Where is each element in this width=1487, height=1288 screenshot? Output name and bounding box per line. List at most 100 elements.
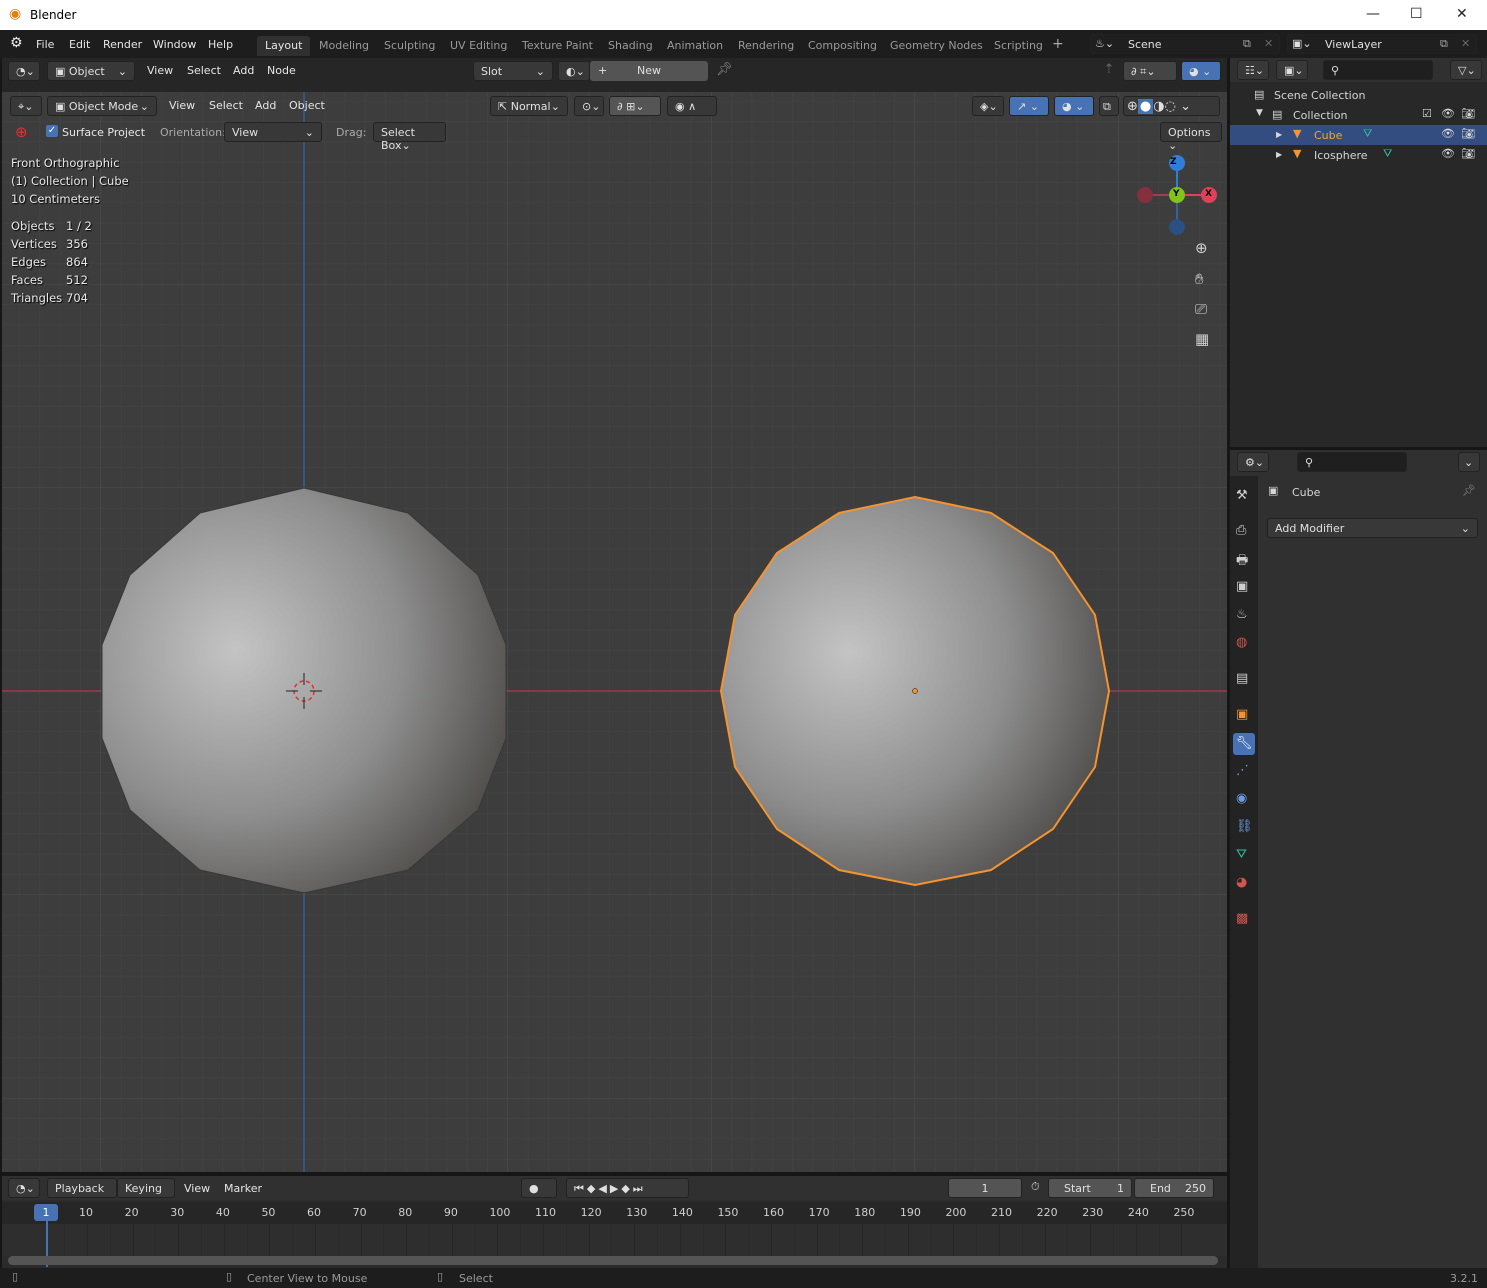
parent-icon[interactable]: ⇡ <box>1099 62 1119 77</box>
timeline-menu-marker[interactable]: Marker <box>224 1182 262 1195</box>
frame-ruler[interactable]: 10 20 30 40 50 60 70 80 90 100 110 120 130 140 150 160 1… <box>2 1202 1227 1224</box>
material-tab-icon[interactable]: ◕ <box>1236 875 1247 890</box>
menu-render[interactable]: Render <box>103 38 142 51</box>
expand-arrow-icon[interactable]: ▶ <box>1276 130 1282 139</box>
zoom-icon[interactable]: ⊕ <box>1195 239 1208 257</box>
collection-row[interactable]: ▼ ▤ Collection ☑ 👁︎ 📷︎ <box>1230 105 1487 125</box>
gizmo-y-label[interactable]: Y <box>1173 189 1180 199</box>
menu-edit[interactable]: Edit <box>69 38 90 51</box>
collection-tab-icon[interactable]: ▤ <box>1236 671 1248 686</box>
outliner-item-cube[interactable]: ▶ ▼ Cube ⛛ 👁︎ 📷︎ <box>1230 125 1487 145</box>
tab-rendering[interactable]: Rendering <box>730 36 802 56</box>
mesh-data-icon[interactable]: ⛛ <box>1383 147 1392 161</box>
copy-view-layer-icon[interactable]: ⧉ <box>1440 37 1448 51</box>
new-material-button[interactable]: + New <box>590 61 708 81</box>
proportional-editing-button[interactable]: ◉ ∧ <box>667 96 717 116</box>
current-frame-field[interactable]: 1 <box>948 1178 1022 1198</box>
visibility-eye-icon[interactable]: 👁︎ <box>1441 127 1455 140</box>
maximize-button[interactable]: ☐ <box>1410 6 1423 22</box>
overlays-toggle[interactable]: ◕ ⌄ <box>1054 96 1094 116</box>
object-tab-icon[interactable]: ▣ <box>1236 707 1248 722</box>
next-keyframe-icon[interactable]: ◆ <box>621 1182 632 1195</box>
render-camera-icon[interactable]: 📷︎ <box>1461 127 1475 140</box>
viewport-menu-select[interactable]: Select <box>209 99 243 112</box>
pan-hand-icon[interactable]: ✋︎ <box>1195 270 1204 288</box>
menu-file[interactable]: File <box>36 38 54 51</box>
editor-type-3d-button[interactable]: ⌖⌄ <box>10 96 42 116</box>
play-icon[interactable]: ▶ <box>610 1182 621 1195</box>
gizmo-x-label[interactable]: X <box>1205 189 1212 199</box>
expand-arrow-icon[interactable]: ▶ <box>1276 150 1282 159</box>
prev-keyframe-icon[interactable]: ◆ <box>587 1182 598 1195</box>
tab-shading[interactable]: Shading <box>600 36 661 56</box>
view-layer-selector[interactable]: ▣⌄ ViewLayer ⧉ ✕ <box>1287 34 1477 54</box>
remove-view-layer-icon[interactable]: ✕ <box>1461 37 1470 50</box>
visibility-eye-icon[interactable]: 👁︎ <box>1441 147 1455 160</box>
physics-tab-icon[interactable]: ◉ <box>1236 791 1247 806</box>
properties-search-input[interactable]: ⚲ <box>1297 452 1407 472</box>
properties-options-button[interactable]: ⌄ <box>1458 452 1480 472</box>
close-button[interactable]: ✕ <box>1456 6 1468 22</box>
shading-mode-group[interactable]: ⊕ ● ◑◌ ⌄ <box>1123 96 1220 116</box>
minimize-button[interactable]: — <box>1366 6 1380 22</box>
outliner-item-icosphere[interactable]: ▶ ▼ Icosphere ⛛ 👁︎ 📷︎ <box>1230 145 1487 165</box>
shader-menu-node[interactable]: Node <box>267 64 296 77</box>
viewport-canvas[interactable] <box>2 92 1227 1172</box>
remove-scene-icon[interactable]: ✕ <box>1264 37 1273 50</box>
render-camera-icon[interactable]: 📷︎ <box>1461 147 1475 160</box>
copy-scene-icon[interactable]: ⧉ <box>1243 37 1251 51</box>
viewport-menu-view[interactable]: View <box>169 99 195 112</box>
playback-controls[interactable]: ⏮◆◀▶◆⏭ <box>566 1178 689 1198</box>
blender-menu-icon[interactable]: ⚙ <box>10 35 23 51</box>
tab-uv-editing[interactable]: UV Editing <box>442 36 515 56</box>
tab-animation[interactable]: Animation <box>659 36 731 56</box>
shader-menu-select[interactable]: Select <box>187 64 221 77</box>
overlay-toggle[interactable]: ◕ ⌄ <box>1181 61 1221 81</box>
outliner-search-input[interactable]: ⚲ <box>1323 60 1433 80</box>
render-tab-icon[interactable]: ⎙ <box>1236 523 1246 538</box>
mode-dropdown[interactable]: ▣ Object Mode ⌄ <box>47 96 157 116</box>
stopwatch-icon[interactable]: ⏱ <box>1031 1180 1040 1194</box>
timeline-menu-view[interactable]: View <box>184 1182 210 1195</box>
tab-texture-paint[interactable]: Texture Paint <box>514 36 601 56</box>
pivot-point-button[interactable]: ⊙⌄ <box>574 96 604 116</box>
object-type-dropdown[interactable]: ▣ Object ⌄ <box>47 61 135 81</box>
output-tab-icon[interactable]: 🖶︎ <box>1236 551 1248 573</box>
wireframe-shading-icon[interactable]: ⊕ <box>1127 99 1138 114</box>
options-dropdown[interactable]: Options ⌄ <box>1160 122 1222 152</box>
snapping-button[interactable]: ∂ ⊞⌄ <box>609 96 661 116</box>
particles-tab-icon[interactable]: ⋰ <box>1236 763 1249 778</box>
exclude-checkbox[interactable]: ☑ <box>1422 107 1432 120</box>
transform-orientation-dropdown[interactable]: ⇱ Normal ⌄ <box>490 96 568 116</box>
play-reverse-icon[interactable]: ◀ <box>598 1182 609 1195</box>
tab-layout[interactable]: Layout <box>257 36 311 56</box>
scene-selector[interactable]: ♨⌄ Scene ⧉ ✕ <box>1090 34 1280 54</box>
ortho-grid-icon[interactable]: ▦ <box>1195 330 1209 348</box>
solid-shading-icon[interactable]: ● <box>1137 99 1154 114</box>
expand-arrow-icon[interactable]: ▼ <box>1256 108 1263 118</box>
timeline-editor-type[interactable]: ◔⌄ <box>8 1178 40 1198</box>
jump-end-icon[interactable]: ⏭ <box>633 1182 646 1195</box>
gizmo-toggle[interactable]: ↗ ⌄ <box>1009 96 1049 116</box>
mesh-data-icon[interactable]: ⛛ <box>1363 127 1372 141</box>
viewport-menu-object[interactable]: Object <box>289 99 325 112</box>
orientation-dropdown[interactable]: View ⌄ <box>224 122 322 142</box>
properties-editor-type[interactable]: ⚙⌄ <box>1237 452 1269 472</box>
camera-view-icon[interactable]: ⎚ <box>1195 300 1207 318</box>
tab-scripting[interactable]: Scripting <box>986 36 1051 56</box>
pin-icon[interactable]: 📌︎ <box>1462 484 1476 497</box>
gizmo-z-label[interactable]: Z <box>1170 157 1177 167</box>
editor-type-button[interactable]: ◔⌄ <box>8 61 40 81</box>
menu-help[interactable]: Help <box>208 38 233 51</box>
end-frame-field[interactable]: End 250 <box>1134 1178 1214 1198</box>
constraints-tab-icon[interactable]: ⛓︎ <box>1236 819 1253 834</box>
material-shading-icon[interactable]: ◑ <box>1153 99 1164 114</box>
shader-menu-view[interactable]: View <box>147 64 173 77</box>
modifier-tab-icon[interactable]: 🔧︎ <box>1233 733 1255 755</box>
pin-icon[interactable]: 📌︎ <box>716 62 733 77</box>
keying-dropdown[interactable]: Keying ⌄ <box>117 1178 175 1208</box>
drag-dropdown[interactable]: Select Box⌄ <box>373 122 446 152</box>
tab-sculpting[interactable]: Sculpting <box>376 36 443 56</box>
jump-start-icon[interactable]: ⏮ <box>574 1182 587 1195</box>
playback-dropdown[interactable]: Playback ⌄ <box>47 1178 117 1208</box>
